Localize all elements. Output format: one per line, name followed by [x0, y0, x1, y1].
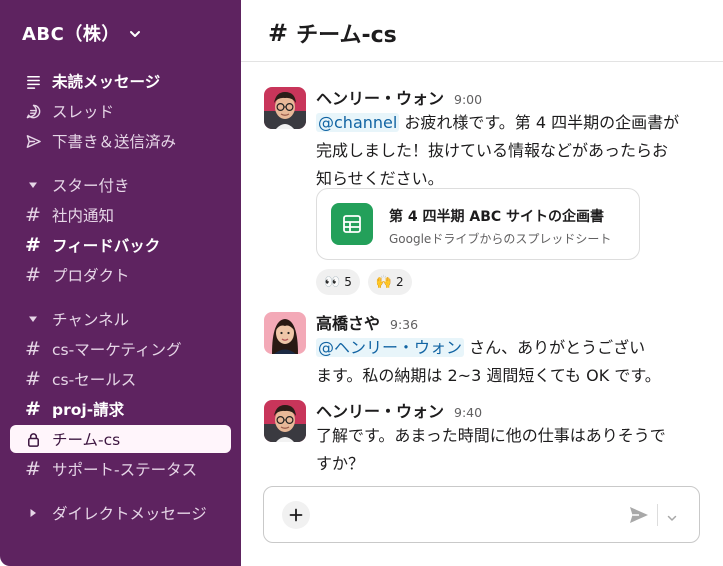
message-body: ヘンリー・ウォン 9:00 @channel お疲れ様です。第 4 四半期の企画…	[316, 85, 706, 193]
caret-down-icon	[22, 180, 44, 190]
caret-down-icon	[22, 314, 44, 324]
reaction-raised-hands[interactable]: 🙌 2	[367, 269, 412, 295]
message-body: 高橋さや 9:36 @ヘンリー・ウォン さん、ありがとうござい ます。私の納期は…	[316, 310, 706, 390]
divider	[657, 504, 658, 526]
channel-header: # チーム-cs	[241, 0, 723, 62]
send-options-button[interactable]	[666, 509, 678, 521]
threads-icon	[22, 103, 44, 120]
lock-icon	[22, 431, 44, 448]
sidebar-item-label: プロダクト	[52, 267, 130, 285]
sidebar-item-team-cs[interactable]: チーム-cs	[10, 425, 231, 453]
section-starred-toggle[interactable]: スター付き	[10, 172, 130, 198]
avatar[interactable]	[264, 87, 306, 129]
message-author[interactable]: 高橋さや	[316, 310, 380, 334]
sidebar-item-threads[interactable]: スレッド	[10, 97, 231, 125]
message-text-segment: 完成しました！抜けている情報などがあったらお	[316, 141, 669, 160]
sidebar-item-feedback[interactable]: # フィードバック	[10, 231, 231, 259]
message-body: ヘンリー・ウォン 9:40 了解です。あまった時間に他の仕事はありそうで すか？	[316, 398, 706, 478]
message-timestamp[interactable]: 9:00	[454, 92, 482, 107]
spreadsheet-icon	[331, 203, 373, 245]
caret-right-icon	[22, 508, 44, 518]
section-label: チャンネル	[52, 311, 130, 329]
message-text: 了解です。あまった時間に他の仕事はありそうで すか？	[316, 422, 706, 478]
chevron-down-icon	[667, 515, 677, 521]
reaction-count: 2	[396, 275, 404, 289]
message-timestamp[interactable]: 9:36	[390, 317, 418, 332]
sidebar-item-label: 社内通知	[52, 207, 115, 225]
sidebar: ABC（株） 未読メッセージ スレッド 下書き＆送信済み スター付き # 社内通…	[0, 0, 241, 566]
section-dm-toggle[interactable]: ダイレクトメッセージ	[10, 500, 207, 526]
channel-title[interactable]: # チーム-cs	[268, 17, 397, 49]
sidebar-item-label: フィードバック	[52, 237, 161, 255]
hash-icon: #	[25, 234, 41, 256]
message-text: @ヘンリー・ウォン さん、ありがとうござい ます。私の納期は 2~3 週間短くて…	[316, 334, 706, 390]
section-label: ダイレクトメッセージ	[52, 505, 207, 523]
plus-icon	[289, 508, 303, 522]
sidebar-item-product[interactable]: # プロダクト	[10, 261, 231, 289]
hash-icon: #	[268, 19, 289, 47]
mention-channel[interactable]: @channel	[316, 113, 400, 132]
message-text-segment: すか？	[316, 454, 365, 473]
sidebar-item-label: proj-請求	[52, 401, 125, 419]
hash-icon: #	[25, 338, 41, 360]
raised-hands-emoji-icon: 🙌	[375, 274, 393, 290]
section-channels-toggle[interactable]: チャンネル	[10, 306, 129, 332]
message-timestamp[interactable]: 9:40	[454, 405, 482, 420]
chevron-down-icon	[128, 26, 142, 40]
attachment-title: 第 4 四半期 ABC サイトの企画書	[389, 209, 605, 225]
sidebar-item-cs-marketing[interactable]: # cs-マーケティング	[10, 335, 231, 363]
channel-name: チーム-cs	[296, 23, 397, 48]
channel-view: # チーム-cs ヘンリー・ウォン 9:00 @channel お疲れ様です。第…	[241, 0, 723, 566]
message-text-segment: 了解です。あまった時間に他の仕事はありそうで	[316, 426, 666, 445]
sidebar-item-proj-billing[interactable]: # proj-請求	[10, 395, 231, 423]
send-icon	[630, 507, 648, 523]
reaction-eyes[interactable]: 👀 5	[316, 269, 360, 295]
add-attachment-button[interactable]	[282, 501, 310, 529]
sidebar-item-label: 未読メッセージ	[52, 73, 161, 91]
message-text-segment: さん、ありがとうござい	[464, 338, 646, 357]
workspace-switcher[interactable]: ABC（株）	[22, 20, 142, 46]
message-author[interactable]: ヘンリー・ウォン	[316, 398, 444, 422]
hash-icon: #	[25, 458, 41, 480]
avatar[interactable]	[264, 400, 306, 442]
sidebar-item-label: cs-マーケティング	[52, 341, 182, 359]
sidebar-item-label: 下書き＆送信済み	[52, 133, 177, 151]
sidebar-item-company-notice[interactable]: # 社内通知	[10, 201, 231, 229]
section-label: スター付き	[52, 177, 130, 195]
hash-icon: #	[25, 264, 41, 286]
avatar[interactable]	[264, 312, 306, 354]
sidebar-item-cs-sales[interactable]: # cs-セールス	[10, 365, 231, 393]
send-button[interactable]	[628, 504, 652, 528]
file-attachment[interactable]: 第 4 四半期 ABC サイトの企画書 Googleドライブからのスプレッドシー…	[316, 188, 640, 260]
eyes-emoji-icon: 👀	[324, 274, 341, 290]
sidebar-item-label: サポート-ステータス	[52, 461, 198, 479]
message-author[interactable]: ヘンリー・ウォン	[316, 85, 444, 109]
workspace-name: ABC（株）	[22, 24, 120, 45]
send-icon	[22, 133, 44, 150]
sidebar-item-label: スレッド	[52, 103, 115, 121]
mention-user[interactable]: @ヘンリー・ウォン	[316, 338, 465, 357]
sidebar-item-unread[interactable]: 未読メッセージ	[10, 67, 231, 95]
attachment-subtitle: Googleドライブからのスプレッドシート	[389, 232, 612, 246]
unread-list-icon	[22, 73, 44, 90]
hash-icon: #	[25, 204, 41, 226]
reaction-count: 5	[344, 275, 352, 289]
message-text-segment: 知らせください。	[316, 169, 444, 188]
sidebar-item-drafts-sent[interactable]: 下書き＆送信済み	[10, 127, 231, 155]
message-composer[interactable]	[263, 486, 700, 543]
message-text-segment: ます。私の納期は 2~3 週間短くても OK です。	[316, 366, 661, 385]
sidebar-item-label: cs-セールス	[52, 371, 137, 389]
reactions: 👀 5 🙌 2	[316, 269, 412, 295]
message-text: @channel お疲れ様です。第 4 四半期の企画書が 完成しました！抜けてい…	[316, 109, 706, 193]
hash-icon: #	[25, 368, 41, 390]
hash-icon: #	[25, 398, 41, 420]
sidebar-item-support-status[interactable]: # サポート-ステータス	[10, 455, 231, 483]
message-text-segment: お疲れ様です。第 4 四半期の企画書が	[399, 113, 680, 132]
sidebar-item-label: チーム-cs	[52, 431, 121, 449]
